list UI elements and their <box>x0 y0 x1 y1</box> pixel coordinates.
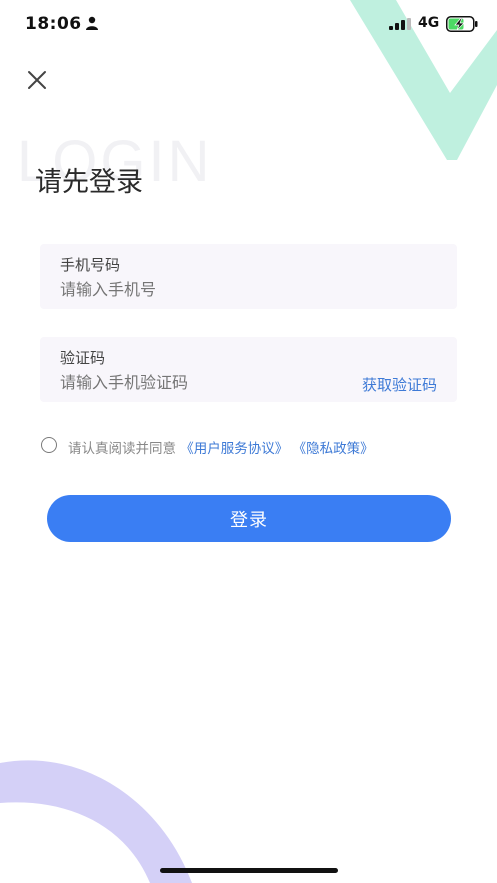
privacy-link[interactable]: 《隐私政策》 <box>293 441 374 457</box>
close-icon[interactable] <box>26 69 48 91</box>
home-indicator <box>160 868 338 873</box>
get-code-button[interactable]: 获取验证码 <box>362 374 437 395</box>
agreement-prefix: 请认真阅读并同意 <box>68 441 176 457</box>
phone-label: 手机号码 <box>60 256 121 274</box>
agreement-text: 请认真阅读并同意 《用户服务协议》 《隐私政策》 <box>68 437 374 457</box>
verification-code-input[interactable] <box>60 373 330 392</box>
decorative-arc-shape <box>0 760 192 883</box>
status-time: 18:06 <box>25 14 82 34</box>
person-icon <box>86 16 98 30</box>
network-type: 4G <box>418 15 440 31</box>
login-button[interactable]: 登录 <box>47 495 451 542</box>
verification-code-field: 验证码 获取验证码 <box>40 337 457 402</box>
phone-input[interactable] <box>60 280 330 299</box>
signal-icon <box>389 18 411 30</box>
phone-field: 手机号码 <box>40 244 457 309</box>
terms-link[interactable]: 《用户服务协议》 <box>180 441 288 457</box>
page-title: 请先登录 <box>35 167 143 198</box>
agreement-radio[interactable] <box>41 437 57 453</box>
battery-charging-icon <box>446 16 478 32</box>
verification-code-label: 验证码 <box>60 349 106 367</box>
